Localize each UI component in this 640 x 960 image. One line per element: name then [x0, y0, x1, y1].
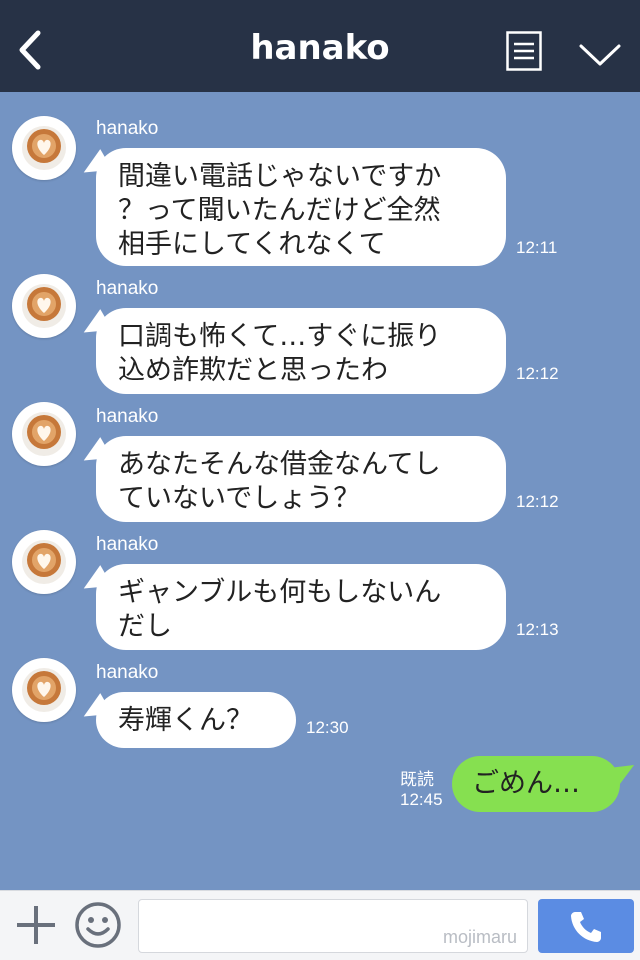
message-bubble[interactable]: 口調も怖くて…すぐに振り 込め詐欺だと思ったわ — [96, 308, 506, 394]
read-label: 既読 — [400, 770, 434, 789]
plus-icon — [17, 906, 55, 944]
collapse-button[interactable] — [578, 42, 622, 68]
latte-art-icon — [22, 412, 66, 456]
call-button[interactable] — [538, 899, 634, 953]
read-receipt: 既読 12:45 — [400, 770, 443, 810]
chevron-down-icon — [579, 44, 621, 66]
phone-icon — [571, 912, 601, 942]
avatar[interactable] — [12, 530, 76, 594]
message-time: 12:30 — [306, 718, 349, 737]
message-time: 12:12 — [516, 364, 559, 383]
emoji-button[interactable] — [74, 901, 122, 949]
message-time: 12:12 — [516, 492, 559, 511]
avatar[interactable] — [12, 402, 76, 466]
sender-name: hanako — [96, 278, 159, 299]
chat-area[interactable]: hanako 間違い電話じゃないですか ？って聞いたんだけど全然 相手にしてくれ… — [0, 92, 640, 890]
message-input[interactable]: mojimaru — [138, 899, 528, 953]
outgoing-time: 12:45 — [400, 790, 443, 809]
message-bubble[interactable]: ギャンブルも何もしないん だし — [96, 564, 506, 650]
avatar[interactable] — [12, 274, 76, 338]
sender-name: hanako — [96, 406, 159, 427]
message-bubble[interactable]: 寿輝くん？ — [96, 692, 296, 748]
chat-header: hanako — [0, 0, 640, 92]
smiley-icon — [75, 902, 121, 948]
message-time: 12:13 — [516, 620, 559, 639]
message-bubble[interactable]: 間違い電話じゃないですか ？って聞いたんだけど全然 相手にしてくれなくて — [96, 148, 506, 266]
menu-button[interactable] — [506, 31, 542, 71]
chat-title: hanako — [250, 28, 390, 68]
sender-name: hanako — [96, 118, 159, 139]
latte-art-icon — [22, 284, 66, 328]
avatar[interactable] — [12, 116, 76, 180]
message-time: 12:11 — [516, 238, 558, 257]
watermark-text: mojimaru — [442, 927, 517, 947]
sender-name: hanako — [96, 534, 159, 555]
add-button[interactable] — [14, 903, 58, 947]
sender-name: hanako — [96, 662, 159, 683]
message-bubble[interactable]: あなたそんな借金なんてし ていないでしょう？ — [96, 436, 506, 522]
latte-art-icon — [22, 540, 66, 584]
input-bar: mojimaru — [0, 890, 640, 960]
avatar[interactable] — [12, 658, 76, 722]
outgoing-message-bubble[interactable]: ごめん… — [452, 756, 620, 812]
latte-art-icon — [22, 668, 66, 712]
menu-list-icon — [506, 31, 542, 71]
latte-art-icon — [22, 126, 66, 170]
